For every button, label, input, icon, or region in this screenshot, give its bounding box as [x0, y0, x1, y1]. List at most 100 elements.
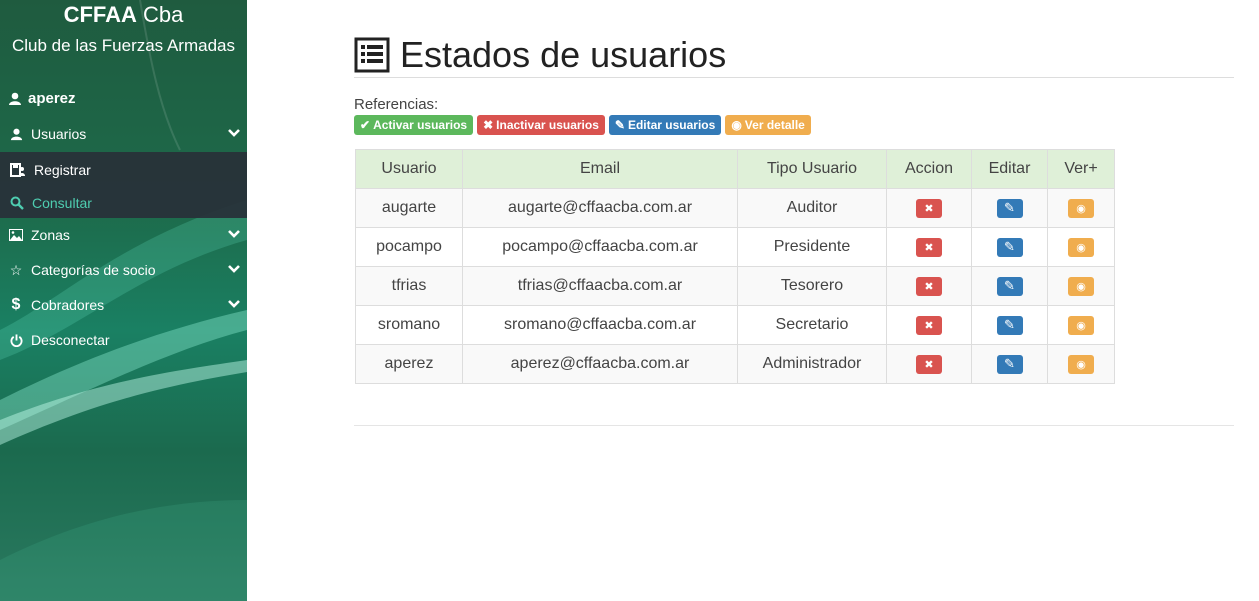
view-button[interactable]: ◉ — [1068, 315, 1094, 335]
nav-item-desconectar[interactable]: Desconectar — [0, 324, 247, 356]
cell-usuario: augarte — [355, 188, 463, 228]
cell-accion: ✖ — [886, 266, 972, 306]
nav-item-label: Usuarios — [31, 126, 87, 142]
cell-tipo: Administrador — [737, 344, 887, 384]
register-icon — [10, 163, 25, 177]
col-header-accion: Accion — [886, 149, 972, 189]
edit-button[interactable]: ✎ — [996, 354, 1023, 374]
cell-tipo: Tesorero — [737, 266, 887, 306]
col-header-ver: Ver+ — [1047, 149, 1115, 189]
cell-editar: ✎ — [971, 344, 1048, 384]
sub-item-registrar[interactable]: Registrar — [10, 162, 91, 178]
power-icon — [8, 333, 24, 347]
edit-button[interactable]: ✎ — [996, 315, 1023, 335]
edit-button[interactable]: ✎ — [996, 198, 1023, 218]
badge-ver: ◉ Ver detalle — [725, 115, 811, 135]
sidebar: CFFAA Cba Club de las Fuerzas Armadas ap… — [0, 0, 247, 601]
nav-item-usuarios[interactable]: Usuarios — [0, 118, 247, 150]
inactivar-button[interactable]: ✖ — [916, 354, 942, 374]
view-button[interactable]: ◉ — [1068, 354, 1094, 374]
cell-usuario: pocampo — [355, 227, 463, 267]
chevron-down-icon — [228, 129, 240, 137]
chevron-down-icon — [228, 230, 240, 238]
pencil-icon: ✎ — [1004, 317, 1015, 332]
dollar-icon: $ — [11, 296, 21, 313]
brand-title: CFFAA Cba — [0, 2, 247, 28]
club-name: Club de las Fuerzas Armadas — [12, 36, 235, 55]
user-icon — [8, 128, 24, 141]
cell-email: aperez@cffaacba.com.ar — [462, 344, 738, 384]
pencil-icon: ✎ — [1004, 200, 1015, 215]
cell-email: pocampo@cffaacba.com.ar — [462, 227, 738, 267]
close-icon: ✖ — [924, 241, 934, 254]
sub-item-consultar[interactable]: Consultar — [10, 195, 92, 211]
list-icon — [354, 37, 390, 73]
cell-ver: ◉ — [1047, 305, 1115, 345]
col-header-tipo: Tipo Usuario — [737, 149, 887, 189]
nav-item-label: Categorías de socio — [31, 262, 156, 278]
inactivar-button[interactable]: ✖ — [916, 276, 942, 296]
table-row: tfrias tfrias@cffaacba.com.ar Tesorero ✖ ✎ ◉ — [355, 266, 1115, 306]
pencil-icon: ✎ — [614, 118, 625, 132]
table-row: pocampo pocampo@cffaacba.com.ar Presidente… — [355, 227, 1115, 267]
eye-icon: ◉ — [1076, 280, 1086, 293]
table-row: aperez aperez@cffaacba.com.ar Administrado… — [355, 344, 1115, 384]
search-icon — [10, 196, 24, 210]
pencil-icon: ✎ — [1004, 239, 1015, 254]
users-table: Usuario Email Tipo Usuario Accion Editar… — [355, 149, 1115, 384]
close-icon: ✖ — [483, 118, 494, 132]
page-title-text: Estados de usuarios — [400, 34, 727, 75]
cell-accion: ✖ — [886, 305, 972, 345]
eye-icon: ◉ — [1076, 241, 1086, 254]
eye-icon: ◉ — [1076, 202, 1086, 215]
nav-item-zonas[interactable]: Zonas — [0, 219, 247, 251]
view-button[interactable]: ◉ — [1068, 276, 1094, 296]
view-button[interactable]: ◉ — [1068, 198, 1094, 218]
eye-icon: ◉ — [1076, 319, 1086, 332]
username: aperez — [28, 90, 76, 107]
user-icon — [9, 92, 21, 105]
cell-editar: ✎ — [971, 227, 1048, 267]
nav-item-label: Cobradores — [31, 297, 105, 313]
inactivar-button[interactable]: ✖ — [916, 237, 942, 257]
star-icon: ☆ — [9, 261, 23, 278]
submenu-usuarios: Registrar Consultar — [0, 152, 247, 218]
nav-item-cobradores[interactable]: $ Cobradores — [0, 289, 247, 321]
cell-ver: ◉ — [1047, 188, 1115, 228]
close-icon: ✖ — [924, 319, 934, 332]
current-user: aperez — [8, 90, 76, 107]
chevron-down-icon — [228, 300, 240, 308]
cell-ver: ◉ — [1047, 227, 1115, 267]
cell-usuario: sromano — [355, 305, 463, 345]
close-icon: ✖ — [924, 358, 934, 371]
cell-email: sromano@cffaacba.com.ar — [462, 305, 738, 345]
eye-icon: ◉ — [1076, 358, 1086, 371]
badge-activar: ✔ Activar usuarios — [354, 115, 474, 135]
nav-item-label: Desconectar — [31, 332, 110, 348]
bottom-divider — [354, 425, 1234, 426]
nav-item-categorias[interactable]: ☆ Categorías de socio — [0, 254, 247, 286]
cell-ver: ◉ — [1047, 266, 1115, 306]
cell-email: augarte@cffaacba.com.ar — [462, 188, 738, 228]
inactivar-button[interactable]: ✖ — [916, 315, 942, 335]
close-icon: ✖ — [924, 280, 934, 293]
edit-button[interactable]: ✎ — [996, 237, 1023, 257]
brand-bold: CFFAA — [63, 2, 137, 27]
pencil-icon: ✎ — [1004, 278, 1015, 293]
pencil-icon: ✎ — [1004, 356, 1015, 371]
cell-editar: ✎ — [971, 266, 1048, 306]
edit-button[interactable]: ✎ — [996, 276, 1023, 296]
inactivar-button[interactable]: ✖ — [916, 198, 942, 218]
cell-tipo: Secretario — [737, 305, 887, 345]
cell-accion: ✖ — [886, 344, 972, 384]
check-icon: ✔ — [360, 118, 371, 132]
table-row: augarte augarte@cffaacba.com.ar Auditor ✖ ✎ ◉ — [355, 188, 1115, 228]
col-header-editar: Editar — [971, 149, 1048, 189]
cell-accion: ✖ — [886, 188, 972, 228]
cell-tipo: Auditor — [737, 188, 887, 228]
col-header-email: Email — [462, 149, 738, 189]
nav-item-label: Zonas — [31, 227, 70, 243]
page-title: Estados de usuarios — [354, 34, 726, 76]
cell-tipo: Presidente — [737, 227, 887, 267]
view-button[interactable]: ◉ — [1068, 237, 1094, 257]
